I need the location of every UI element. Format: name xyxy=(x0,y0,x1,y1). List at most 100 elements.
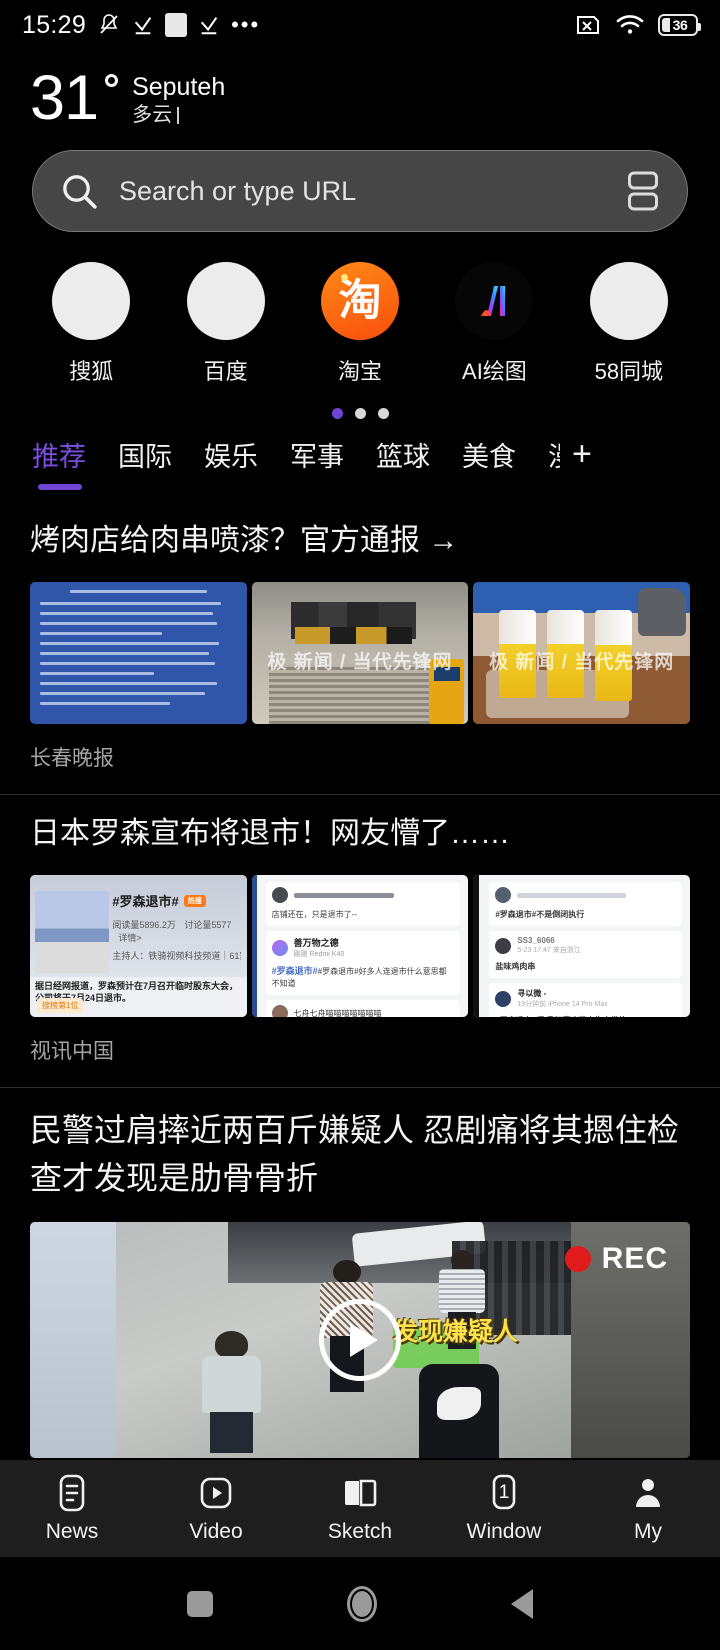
shortcut-baidu[interactable]: 百度 xyxy=(158,262,292,386)
bottom-navigation: News Video Sketch 1 Window My xyxy=(0,1460,720,1557)
search-bar[interactable]: Search or type URL xyxy=(32,150,688,232)
weibo-tag: #罗森退市#啊 我好喜欢芝士牛肉卷的 xyxy=(495,1015,676,1017)
battery-level: 36 xyxy=(672,17,688,33)
weibo-topic: #罗森退市# xyxy=(112,894,179,909)
tab-comics[interactable]: 漫 xyxy=(532,435,560,474)
page-dot-active[interactable] xyxy=(331,408,343,419)
shortcut-ai-draw[interactable]: AI绘图 xyxy=(427,262,561,386)
feed-title: 民警过肩摔近两百斤嫌疑人 忍剧痛将其摁住检查才发现是肋骨骨折 xyxy=(30,1112,679,1196)
weibo-user: 寻以微 - xyxy=(517,989,547,998)
window-count-badge: 1 xyxy=(498,1482,510,1503)
news-feed: 烤肉店给肉串喷漆？官方通报 → 极 新闻 / 当代先锋网 极 新闻 / 当代先锋… xyxy=(0,502,720,1458)
shortcut-label: 搜狐 xyxy=(69,359,114,384)
hot-badge: 热搜 xyxy=(183,894,206,907)
tab-military[interactable]: 军事 xyxy=(274,435,360,474)
shortcut-label: 百度 xyxy=(203,359,248,384)
image-watermark: 极 新闻 / 当代先锋网 xyxy=(489,652,675,674)
tab-recommend[interactable]: 推荐 xyxy=(22,435,102,490)
search-icon xyxy=(59,171,99,211)
weibo-comment: 店铺还在，只是退市了-- xyxy=(271,910,357,919)
feed-title: 日本罗森宣布将退市！网友懵了…… xyxy=(30,817,510,850)
rec-indicator: REC xyxy=(564,1242,668,1276)
weibo-comment: #罗森退市##罗森退市#好多人连退市什么意思都不知道 xyxy=(271,966,447,988)
add-tab-button[interactable]: + xyxy=(572,435,592,474)
image-watermark: 极 新闻 / 当代先锋网 xyxy=(267,652,453,674)
no-sim-icon xyxy=(574,13,602,37)
weibo-host: 主持人：铁骑视频科技频道｜61家媒体发 xyxy=(112,951,240,961)
shortcut-grid: 搜狐 百度 淘 淘宝 AI绘图 58同城 xyxy=(0,232,720,386)
shortcut-58tongcheng[interactable]: 58同城 xyxy=(562,262,696,386)
nav-label: Video xyxy=(189,1520,243,1543)
square-icon[interactable] xyxy=(187,1590,213,1617)
mute-bell-icon xyxy=(97,13,121,37)
wifi-icon xyxy=(615,13,645,37)
notice-document-thumb xyxy=(30,582,247,724)
weibo-device: 19分钟前 iPhone 14 Pro Max xyxy=(517,1001,608,1008)
spray-cans-thumb: 极 新闻 / 当代先锋网 xyxy=(473,582,691,724)
feed-thumbnails: #罗森退市# 热搜 阅读量5896.2万 讨论量5577 详情> 主持人：铁骑视… xyxy=(0,855,720,1017)
taobao-icon: 淘 xyxy=(321,262,400,340)
nav-label: Window xyxy=(466,1520,542,1543)
nav-sketch[interactable]: Sketch xyxy=(288,1473,432,1544)
status-bar: 15:29 ••• 36 xyxy=(0,0,720,50)
play-button-icon[interactable] xyxy=(319,1299,401,1381)
overflow-dots-icon: ••• xyxy=(231,12,261,37)
video-caption: 发现嫌疑人 xyxy=(393,1317,519,1346)
shortcut-taobao[interactable]: 淘 淘宝 xyxy=(293,262,427,386)
weather-temperature: 31 xyxy=(30,63,99,133)
weibo-rank: 搜榜第1位 xyxy=(37,998,84,1013)
nav-label: News xyxy=(45,1520,99,1543)
tab-food[interactable]: 美食 xyxy=(446,435,532,474)
weibo-comments-thumb: 店铺还在，只是退市了-- 善万物之德 刚刚 Redmi K40 #罗森退市##罗… xyxy=(251,875,469,1018)
download-check-icon xyxy=(132,14,154,36)
page-indicator xyxy=(0,386,720,419)
feed-thumbnails: 极 新闻 / 当代先锋网 极 新闻 / 当代先锋网 xyxy=(0,562,720,724)
person-icon xyxy=(628,1473,668,1513)
android-navigation-bar xyxy=(0,1557,720,1650)
nav-video[interactable]: Video xyxy=(144,1473,288,1544)
weibo-user: 七舟七舟喵喵喵喵喵喵喵 xyxy=(293,1008,382,1018)
split-screen-icon[interactable] xyxy=(625,170,661,212)
nav-window[interactable]: 1 Window xyxy=(432,1473,576,1544)
tab-international[interactable]: 国际 xyxy=(102,435,188,474)
page-dot[interactable] xyxy=(377,408,389,419)
rec-label: REC xyxy=(601,1242,668,1275)
category-tabs: 推荐 国际 娱乐 军事 篮球 美食 漫 + xyxy=(0,419,720,490)
weibo-replies-thumb: #罗森退市#不是倒闭执行 SS3_6066 5-23 17:47 来自浙江 盐味… xyxy=(473,875,691,1017)
shortcut-sohu[interactable]: 搜狐 xyxy=(24,262,158,386)
video-thumbnail[interactable]: 发现嫌疑人 REC xyxy=(30,1222,690,1458)
weibo-stats: 阅读量5896.2万 讨论量5577 详情> xyxy=(112,920,232,943)
feed-item-2[interactable]: 日本罗森宣布将退市！网友懵了…… #罗森退市# 热搜 阅读量5896.2万 讨论… xyxy=(0,795,720,1087)
weibo-comment: 盐味鸡肉串 xyxy=(495,962,536,971)
weibo-topic-thumb: #罗森退市# 热搜 阅读量5896.2万 讨论量5577 详情> 主持人：铁骑视… xyxy=(30,875,247,1017)
download-check-icon xyxy=(198,14,220,36)
shortcut-label: 58同城 xyxy=(594,359,664,384)
browser-home-screen: 15:29 ••• 36 31 Seputeh 多云 Search or typ… xyxy=(0,0,720,1650)
triangle-back-icon[interactable] xyxy=(511,1588,533,1619)
feed-source: 视讯中国 xyxy=(30,1040,114,1063)
shop-front-thumb: 极 新闻 / 当代先锋网 xyxy=(251,582,469,724)
feed-source: 长春晚报 xyxy=(30,747,114,770)
window-count-icon: 1 xyxy=(484,1473,524,1513)
58tongcheng-icon xyxy=(589,262,668,340)
feed-item-1[interactable]: 烤肉店给肉串喷漆？官方通报 → 极 新闻 / 当代先锋网 极 新闻 / 当代先锋… xyxy=(0,502,720,794)
weather-widget[interactable]: 31 Seputeh 多云 xyxy=(0,50,720,133)
weather-condition: 多云 xyxy=(132,104,173,126)
weibo-user: SS3_6066 xyxy=(517,936,555,945)
weibo-device: 刚刚 Redmi K40 xyxy=(293,951,345,958)
weather-divider xyxy=(177,106,180,124)
status-bar-right: 36 xyxy=(574,13,701,37)
ai-draw-icon xyxy=(455,262,534,340)
feed-item-3[interactable]: 民警过肩摔近两百斤嫌疑人 忍剧痛将其摁住检查才发现是肋骨骨折 发现嫌疑人 REC xyxy=(0,1088,720,1458)
weibo-user: 善万物之德 xyxy=(293,938,339,948)
weibo-time: 5-23 17:47 来自浙江 xyxy=(517,947,581,954)
search-input[interactable]: Search or type URL xyxy=(119,176,625,207)
circle-icon[interactable] xyxy=(347,1585,377,1622)
nav-my[interactable]: My xyxy=(576,1473,720,1544)
tab-entertainment[interactable]: 娱乐 xyxy=(188,435,274,474)
news-list-icon xyxy=(52,1473,92,1513)
page-dot[interactable] xyxy=(354,408,366,419)
nav-news[interactable]: News xyxy=(0,1473,144,1544)
nav-label: Sketch xyxy=(327,1520,393,1543)
tab-basketball[interactable]: 篮球 xyxy=(360,435,446,474)
